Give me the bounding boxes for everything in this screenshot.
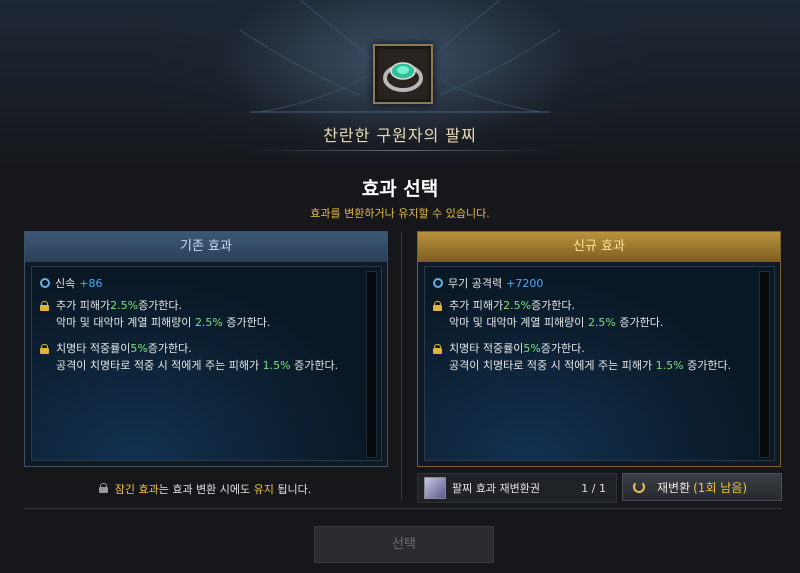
effect-value: 2.5% bbox=[587, 316, 616, 329]
current-stat-name: 신속 bbox=[55, 277, 76, 290]
lock-icon bbox=[98, 483, 108, 493]
effect-value: 2.5% bbox=[110, 299, 139, 312]
effect-text: 악마 및 대악마 계열 피해량이 bbox=[449, 316, 588, 329]
effect-text: 악마 및 대악마 계열 피해량이 bbox=[56, 316, 195, 329]
new-stat-value: +7200 bbox=[506, 276, 544, 290]
current-stat-value: +86 bbox=[79, 276, 103, 290]
effect-text: 증가한다. bbox=[222, 316, 271, 329]
scrollbar[interactable] bbox=[366, 271, 377, 458]
horizontal-divider bbox=[24, 508, 782, 509]
effect-value: 5% bbox=[523, 342, 541, 355]
effect-text: 증가한다. bbox=[290, 359, 339, 372]
effect-text: 증가한다. bbox=[540, 342, 585, 355]
effect-text: 치명타 적중률이 bbox=[449, 342, 524, 355]
bracelet-icon bbox=[383, 62, 423, 92]
lock-icon[interactable] bbox=[433, 343, 442, 354]
vertical-divider bbox=[401, 232, 402, 500]
effect-text: 증가한다. bbox=[138, 299, 183, 312]
footnote-highlight: 잠긴 효과 bbox=[114, 483, 159, 496]
current-effect-header: 기존 효과 bbox=[25, 232, 387, 262]
lock-footnote: 잠긴 효과는 효과 변환 시에도 유지 됩니다. bbox=[24, 481, 386, 497]
effect-text: 공격이 치명타로 적중 시 적에게 주는 피해가 bbox=[449, 359, 656, 372]
current-effect-panel: 기존 효과 신속 +86 추가 피해가 2.5% 증가한다. 악마 및 대악마 … bbox=[24, 231, 388, 467]
item-banner: 찬란한 구원자의 팔찌 bbox=[0, 0, 800, 165]
effect-text: 추가 피해가 bbox=[56, 299, 111, 312]
footnote-text: 는 효과 변환 시에도 bbox=[158, 483, 254, 496]
current-effect-body: 신속 +86 추가 피해가 2.5% 증가한다. 악마 및 대악마 계열 피해량… bbox=[31, 266, 382, 461]
page-title: 효과 선택 bbox=[361, 178, 439, 200]
ticket-icon bbox=[424, 477, 446, 499]
reroll-ticket: 팔찌 효과 재변환권 1 / 1 bbox=[417, 473, 617, 503]
new-stat-name: 무기 공격력 bbox=[448, 277, 503, 290]
effect-text: 증가한다. bbox=[683, 359, 732, 372]
effect-text: 증가한다. bbox=[147, 342, 192, 355]
reroll-button-label: 재변환 bbox=[657, 480, 691, 495]
effect-value: 1.5% bbox=[655, 359, 684, 372]
lock-icon[interactable] bbox=[40, 343, 49, 354]
refresh-icon bbox=[633, 481, 645, 493]
effect-text: 추가 피해가 bbox=[449, 299, 504, 312]
effect-text: 치명타 적중률이 bbox=[56, 342, 131, 355]
effect-text: 공격이 치명타로 적중 시 적에게 주는 피해가 bbox=[56, 359, 263, 372]
item-icon-frame bbox=[373, 44, 433, 104]
item-name: 찬란한 구원자의 팔찌 bbox=[323, 126, 477, 145]
new-effect-panel: 신규 효과 무기 공격력 +7200 추가 피해가 2.5% 증가한다. 악마 … bbox=[417, 231, 781, 467]
select-button[interactable]: 선택 bbox=[314, 526, 494, 563]
lock-icon[interactable] bbox=[40, 300, 49, 311]
effect-text: 증가한다. bbox=[531, 299, 576, 312]
effect-value: 1.5% bbox=[262, 359, 291, 372]
stat-gear-icon bbox=[40, 278, 50, 288]
new-effect-body: 무기 공격력 +7200 추가 피해가 2.5% 증가한다. 악마 및 대악마 … bbox=[424, 266, 775, 461]
effect-value: 2.5% bbox=[503, 299, 532, 312]
effect-value: 2.5% bbox=[194, 316, 223, 329]
new-effect-2: 치명타 적중률이 5% 증가한다. 공격이 치명타로 적중 시 적에게 주는 피… bbox=[433, 340, 731, 374]
reroll-button[interactable]: 재변환 (1회 남음) bbox=[622, 473, 782, 501]
footnote-text: 됩니다. bbox=[273, 483, 312, 496]
current-effect-1: 추가 피해가 2.5% 증가한다. 악마 및 대악마 계열 피해량이 2.5% … bbox=[40, 297, 270, 331]
effect-value: 5% bbox=[130, 342, 148, 355]
new-effect-header: 신규 효과 bbox=[418, 232, 780, 262]
current-stat-line: 신속 +86 bbox=[40, 275, 102, 291]
stat-gear-icon bbox=[433, 278, 443, 288]
effect-text: 증가한다. bbox=[615, 316, 664, 329]
current-effect-2: 치명타 적중률이 5% 증가한다. 공격이 치명타로 적중 시 적에게 주는 피… bbox=[40, 340, 338, 374]
reroll-ticket-count: 1 / 1 bbox=[581, 481, 606, 495]
lock-icon[interactable] bbox=[433, 300, 442, 311]
reroll-ticket-label: 팔찌 효과 재변환권 bbox=[452, 482, 540, 495]
page-subtitle: 효과를 변환하거나 유지할 수 있습니다. bbox=[310, 207, 490, 220]
new-stat-line: 무기 공격력 +7200 bbox=[433, 275, 543, 291]
footnote-highlight: 유지 bbox=[253, 483, 274, 496]
new-effect-1: 추가 피해가 2.5% 증가한다. 악마 및 대악마 계열 피해량이 2.5% … bbox=[433, 297, 663, 331]
scrollbar[interactable] bbox=[759, 271, 770, 458]
banner-underline bbox=[250, 150, 550, 151]
reroll-remaining: (1회 남음) bbox=[693, 480, 748, 495]
